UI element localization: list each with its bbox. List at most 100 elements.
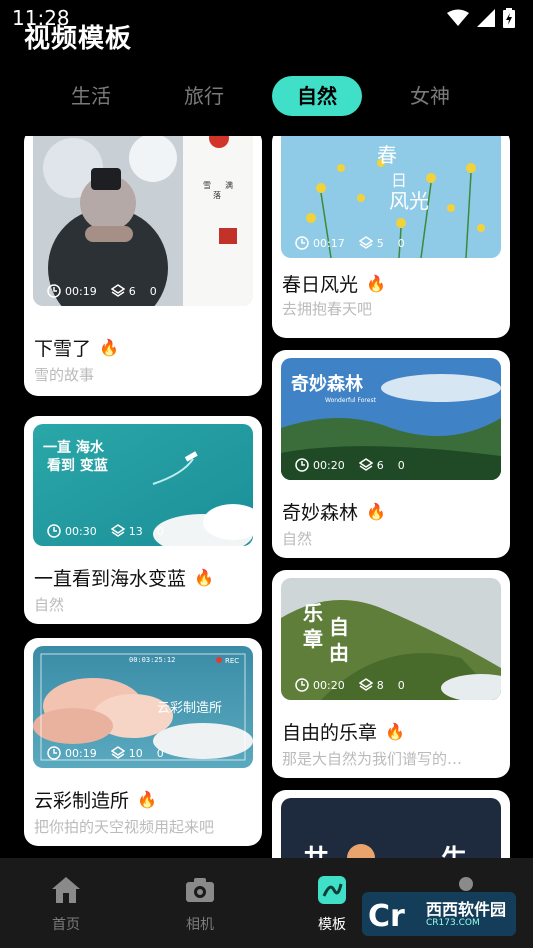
fire-icon: 🔥 [366,502,386,521]
fire-icon: 🔥 [137,790,157,809]
card-title: 云彩制造所 🔥 [34,786,157,813]
svg-text:乐: 乐 [303,601,323,625]
card-title: 奇妙森林 🔥 [282,498,386,525]
layers-icon [110,284,125,297]
layers-count: 6 [128,284,136,298]
template-icon [318,876,346,904]
nav-camera[interactable]: 相机 [140,858,260,948]
nav-label: 相机 [186,917,214,933]
fire-icon: 🔥 [194,568,214,587]
home-icon [52,877,80,903]
layers-icon [358,236,373,249]
clock-icon [47,524,61,538]
template-thumbnail: 一直 海水 看到 变蓝 00:30 13 0 [33,424,253,546]
likes-count: 0 [397,236,405,250]
template-thumbnail: 00:03:25:12 REC 云彩制造所 00:19 10 0 [33,646,253,768]
nav-home[interactable]: 首页 [6,858,126,948]
layers-icon [358,678,373,691]
card-title-text: 云彩制造所 [34,790,130,812]
svg-text:春: 春 [377,143,397,167]
template-thumbnail: 奇妙森林 Wonderful Forest 00:20 6 0 [281,358,501,480]
rec-label: REC [225,657,239,665]
svg-text:云彩制造所: 云彩制造所 [157,701,222,716]
nav-label: 首页 [52,917,80,933]
card-subtitle: 把你拍的天空视频用起来吧 [34,818,215,836]
likes-count: 0 [397,678,405,692]
layers-icon [358,458,373,471]
layers-icon [110,524,125,537]
template-card-freedom[interactable]: 乐 自 章 由 00:20 8 0 自由的乐章 🔥 那是大自然为我们谱写的… [272,570,510,778]
svg-text:自: 自 [329,615,349,639]
template-meta: 00:17 5 0 [295,236,405,250]
duration-text: 00:20 [313,458,345,472]
tab-goddess[interactable]: 女神 [385,76,475,116]
card-title: 自由的乐章 🔥 [282,718,405,745]
camera-icon [186,878,214,902]
page-title: 视频模板 [24,24,133,54]
battery-icon [503,8,515,28]
template-card-spring[interactable]: 春 日 风光 00:17 5 0 春日风光 🔥 去拥抱春天吧 [272,136,510,338]
cr-logo-icon: Cr [368,899,405,934]
svg-text:章: 章 [303,627,323,651]
overlay-subtitle: Wonderful Forest [325,397,377,404]
template-card-sea[interactable]: 一直 海水 看到 变蓝 00:30 13 0 一直看到海水变蓝 🔥 自然 [24,416,262,624]
tab-nature[interactable]: 自然 [272,76,362,116]
template-card-forest[interactable]: 奇妙森林 Wonderful Forest 00:20 6 0 奇妙森林 🔥 自… [272,350,510,558]
layers-count: 13 [128,524,143,538]
duration-text: 00:19 [65,746,97,760]
fire-icon: 🔥 [366,274,386,293]
template-thumbnail: 春 日 风光 00:17 5 0 [281,136,501,258]
likes-count: 0 [397,458,405,472]
template-meta: 00:20 8 0 [295,678,405,692]
svg-text:风光: 风光 [389,189,429,213]
clock-icon [47,284,61,298]
duration-text: 00:17 [313,236,345,250]
card-title: 下雪了 🔥 [34,334,119,361]
card-title-text: 奇妙森林 [282,502,359,524]
layers-count: 5 [376,236,384,250]
card-title-text: 下雪了 [34,338,92,360]
card-subtitle: 那是大自然为我们谱写的… [282,750,463,768]
layers-count: 6 [376,458,384,472]
card-title-text: 一直看到海水变蓝 [34,568,187,590]
status-icons [447,8,515,28]
svg-text:奇妙森林: 奇妙森林 [291,373,363,395]
duration-text: 00:20 [313,678,345,692]
svg-text:生: 生 [441,845,467,858]
card-title-text: 自由的乐章 [282,722,378,744]
watermark-sub: CR173.COM [426,918,480,928]
clock-icon [295,236,309,250]
likes-count: 0 [156,746,164,760]
fire-icon: 🔥 [385,722,405,741]
svg-text:Cr: Cr [368,899,405,934]
template-meta: 00:19 6 0 [47,284,157,298]
template-card-snow[interactable]: 雪落满 00:19 6 0 下雪了 🔥 雪的故事 [24,136,262,396]
card-title-text: 春日风光 [282,274,359,296]
template-card-partial[interactable]: 共 生 [272,790,510,858]
tab-life[interactable]: 生活 [46,76,136,116]
likes-count: 0 [156,524,164,538]
card-subtitle: 雪的故事 [34,366,95,384]
clock-icon [295,678,309,692]
layers-count: 8 [376,678,384,692]
card-subtitle: 自然 [34,596,65,614]
wifi-icon [447,9,469,26]
tab-travel[interactable]: 旅行 [159,76,249,116]
template-meta: 00:19 10 0 [47,746,164,760]
template-thumbnail: 雪落满 00:19 6 0 [33,136,253,306]
template-meta: 00:30 13 0 [47,524,164,538]
svg-text:共: 共 [303,845,329,858]
template-grid: 雪落满 00:19 6 0 下雪了 🔥 雪的故事 一直 海水 看到 变蓝 00:… [0,136,533,858]
card-subtitle: 去拥抱春天吧 [282,300,373,318]
fire-icon: 🔥 [99,338,119,357]
svg-text:落: 落 [213,190,221,200]
template-card-clouds[interactable]: 00:03:25:12 REC 云彩制造所 00:19 10 0 云彩制造所 🔥… [24,638,262,846]
svg-text:一直 海水: 一直 海水 [43,439,105,456]
category-tabs: 生活 旅行 自然 女神 [0,72,533,120]
watermark-text: 西西软件园 [426,900,507,919]
clock-icon [295,458,309,472]
template-thumbnail: 乐 自 章 由 00:20 8 0 [281,578,501,700]
svg-text:日: 日 [391,171,407,190]
svg-text:看到 变蓝: 看到 变蓝 [46,457,108,474]
template-thumbnail: 共 生 [281,798,501,858]
